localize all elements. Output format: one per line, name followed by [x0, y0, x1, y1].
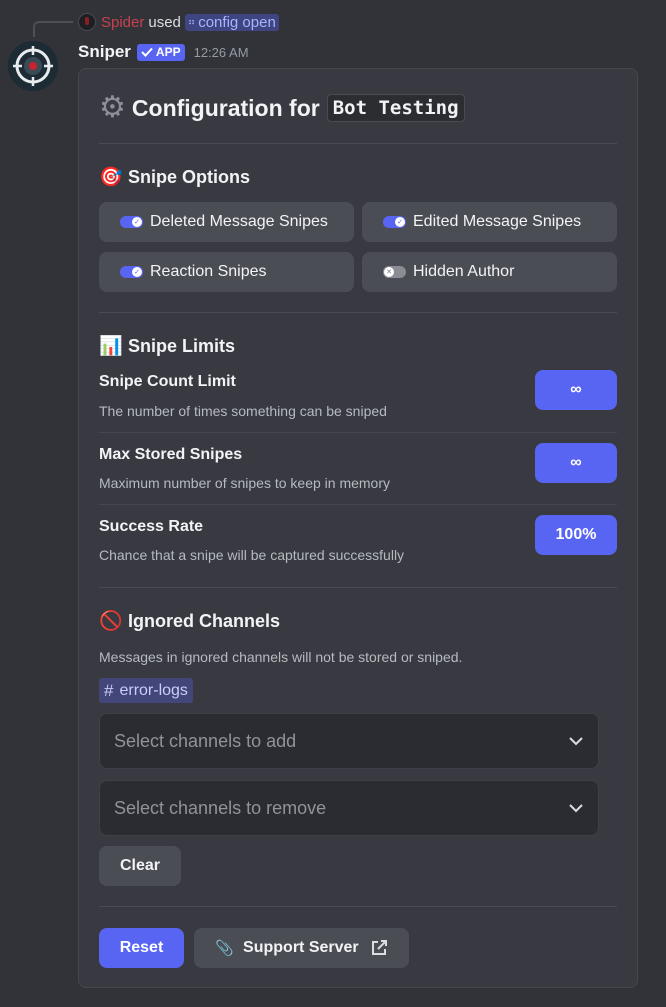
page-title: ⚙ Configuration for Bot Testing: [99, 89, 465, 127]
snipe-count-limit-description: The number of times something can be sni…: [99, 403, 387, 419]
toggle-on-icon: ✓: [120, 216, 143, 228]
title-prefix: Configuration for: [131, 94, 320, 121]
ignored-channels-description: Messages in ignored channels will not be…: [99, 649, 463, 665]
external-link-icon: [371, 940, 387, 955]
ignored-channels-heading: 🚫 Ignored Channels: [99, 609, 280, 633]
chevron-down-icon: [569, 737, 583, 746]
toggle-on-icon: ✓: [120, 266, 143, 278]
reply-username[interactable]: Spider: [101, 14, 144, 31]
channel-name: error-logs: [119, 681, 188, 699]
toggle-reaction-snipes[interactable]: ✓ Reaction Snipes: [99, 252, 354, 292]
snipe-options-title: Snipe Options: [128, 166, 251, 187]
reply-user-avatar[interactable]: [78, 13, 96, 31]
toggle-label: Edited Message Snipes: [413, 213, 582, 230]
toggle-off-icon: ✕: [383, 266, 406, 278]
toggle-edited-message-snipes[interactable]: ✓ Edited Message Snipes: [362, 202, 617, 242]
gear-icon: ⚙: [99, 91, 126, 124]
snipe-limits-heading: 📊 Snipe Limits: [99, 334, 235, 358]
support-server-button[interactable]: 📎 Support Server: [194, 928, 409, 968]
command-mention[interactable]: ⠶ config open: [184, 13, 279, 31]
server-name: Bot Testing: [326, 94, 465, 122]
toggle-on-icon: ✓: [383, 216, 406, 228]
snipe-options-heading: 🎯 Snipe Options: [99, 165, 250, 189]
clear-button[interactable]: Clear: [99, 846, 181, 886]
toggle-label: Deleted Message Snipes: [150, 213, 328, 230]
config-panel: ⚙ Configuration for Bot Testing 🎯 Snipe …: [78, 68, 638, 988]
max-stored-snipes-label: Max Stored Snipes: [99, 446, 243, 463]
toggle-deleted-message-snipes[interactable]: ✓ Deleted Message Snipes: [99, 202, 354, 242]
toggle-hidden-author[interactable]: ✕ Hidden Author: [362, 252, 617, 292]
toggle-label: Hidden Author: [413, 263, 515, 280]
divider: [99, 906, 617, 907]
snipe-count-limit-button[interactable]: ∞: [535, 370, 617, 410]
command-name: config open: [198, 13, 276, 31]
no-entry-icon: 🚫: [99, 611, 123, 632]
message-timestamp: 12:26 AM: [193, 44, 249, 60]
max-stored-snipes-button[interactable]: ∞: [535, 443, 617, 483]
reset-button[interactable]: Reset: [99, 928, 184, 968]
snipe-limits-title: Snipe Limits: [128, 335, 236, 356]
add-channels-select[interactable]: Select channels to add: [99, 713, 599, 769]
app-badge-label: APP: [155, 45, 181, 59]
message-header: Sniper APP 12:26 AM: [78, 40, 249, 64]
toggle-label: Reaction Snipes: [150, 263, 267, 280]
remove-channels-select[interactable]: Select channels to remove: [99, 780, 599, 836]
reply-connector: [33, 21, 73, 37]
row-separator: [99, 504, 617, 505]
reply-used-text: used: [148, 13, 181, 31]
divider: [99, 143, 617, 144]
crosshair-icon: [8, 41, 58, 91]
add-channels-placeholder: Select channels to add: [114, 730, 297, 751]
success-rate-label: Success Rate: [99, 518, 204, 535]
success-rate-description: Chance that a snipe will be captured suc…: [99, 547, 405, 563]
checkmark-icon: [141, 47, 153, 57]
support-server-label: Support Server: [243, 939, 359, 956]
remove-channels-placeholder: Select channels to remove: [114, 797, 327, 818]
row-separator: [99, 432, 617, 433]
command-icon: ⠶: [187, 16, 196, 28]
ignored-channels-title: Ignored Channels: [128, 610, 281, 631]
divider: [99, 312, 617, 313]
snipe-count-limit-label: Snipe Count Limit: [99, 373, 236, 390]
bot-name[interactable]: Sniper: [78, 42, 131, 62]
bot-avatar[interactable]: [8, 41, 58, 91]
paperclip-icon: 📎: [215, 940, 235, 957]
target-icon: 🎯: [99, 167, 123, 188]
max-stored-snipes-description: Maximum number of snipes to keep in memo…: [99, 475, 390, 491]
divider: [99, 587, 617, 588]
channel-mention[interactable]: # error-logs: [99, 678, 193, 703]
hash-icon: #: [104, 680, 114, 700]
chevron-down-icon: [569, 804, 583, 813]
command-reply: Spider used ⠶ config open: [78, 11, 279, 33]
app-badge: APP: [136, 43, 185, 61]
success-rate-button[interactable]: 100%: [535, 515, 617, 555]
bar-chart-icon: 📊: [99, 336, 123, 357]
